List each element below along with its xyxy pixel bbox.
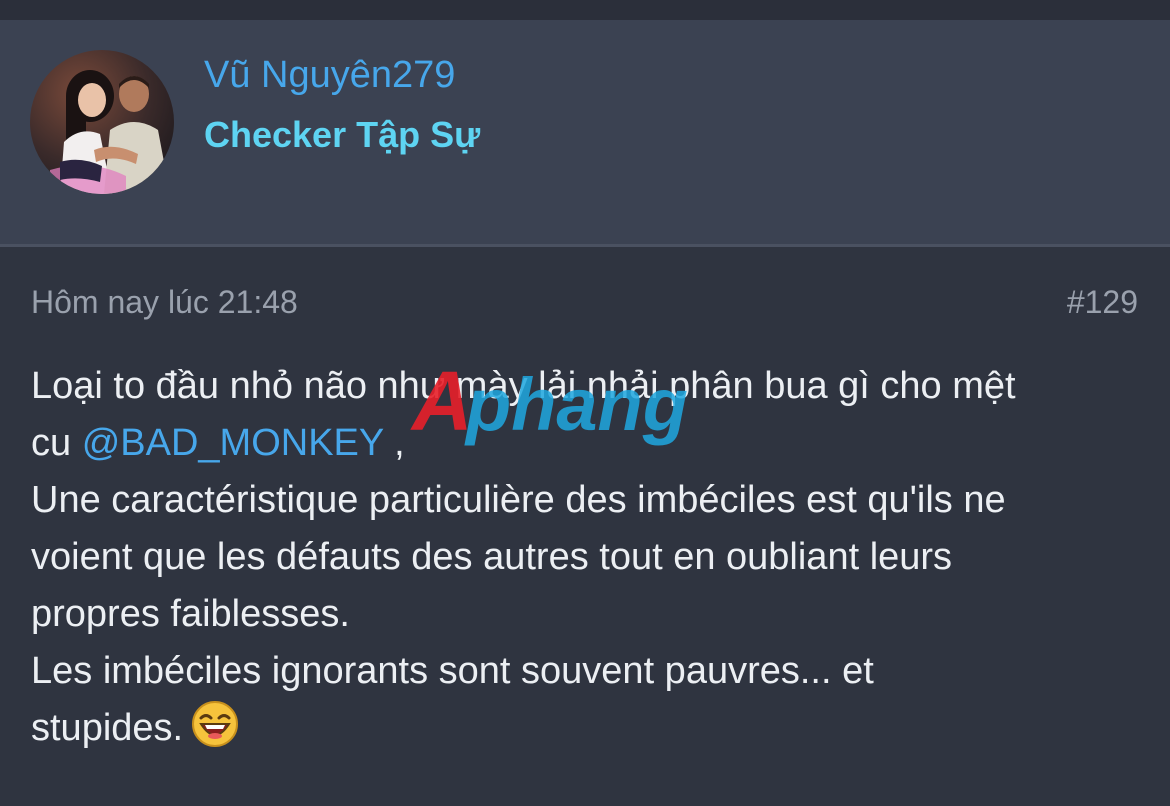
post-number-link[interactable]: #129: [1067, 284, 1138, 321]
laughing-emoji-icon: [191, 700, 239, 748]
post-line-last: stupides.: [31, 700, 1141, 757]
post-text: ,: [383, 422, 405, 464]
post-line: voient que les défauts des autres tout e…: [31, 536, 953, 578]
post-line: Une caractéristique particulière des imb…: [31, 479, 1006, 521]
post-line: Loại to đầu nhỏ não như mày lải nhải phâ…: [31, 365, 1016, 407]
username-link[interactable]: Vũ Nguyên279: [204, 54, 455, 97]
avatar-photo: [30, 50, 174, 194]
post-line: Les imbéciles ignorants sont souvent pau…: [31, 650, 874, 692]
post-timestamp: Hôm nay lúc 21:48: [31, 284, 298, 320]
user-card: [0, 20, 1170, 244]
avatar[interactable]: [30, 50, 174, 194]
post-text: cu: [31, 422, 82, 464]
post-body: Loại to đầu nhỏ não như mày lải nhải phâ…: [31, 358, 1141, 757]
post-line: propres faiblesses.: [31, 593, 350, 635]
post-text: stupides.: [31, 707, 184, 749]
top-strip: [0, 0, 1170, 20]
mention-link[interactable]: @BAD_MONKEY: [82, 422, 384, 464]
user-title: Checker Tập Sự: [204, 114, 481, 155]
post-line-mention: cu @BAD_MONKEY ,: [31, 415, 1141, 472]
